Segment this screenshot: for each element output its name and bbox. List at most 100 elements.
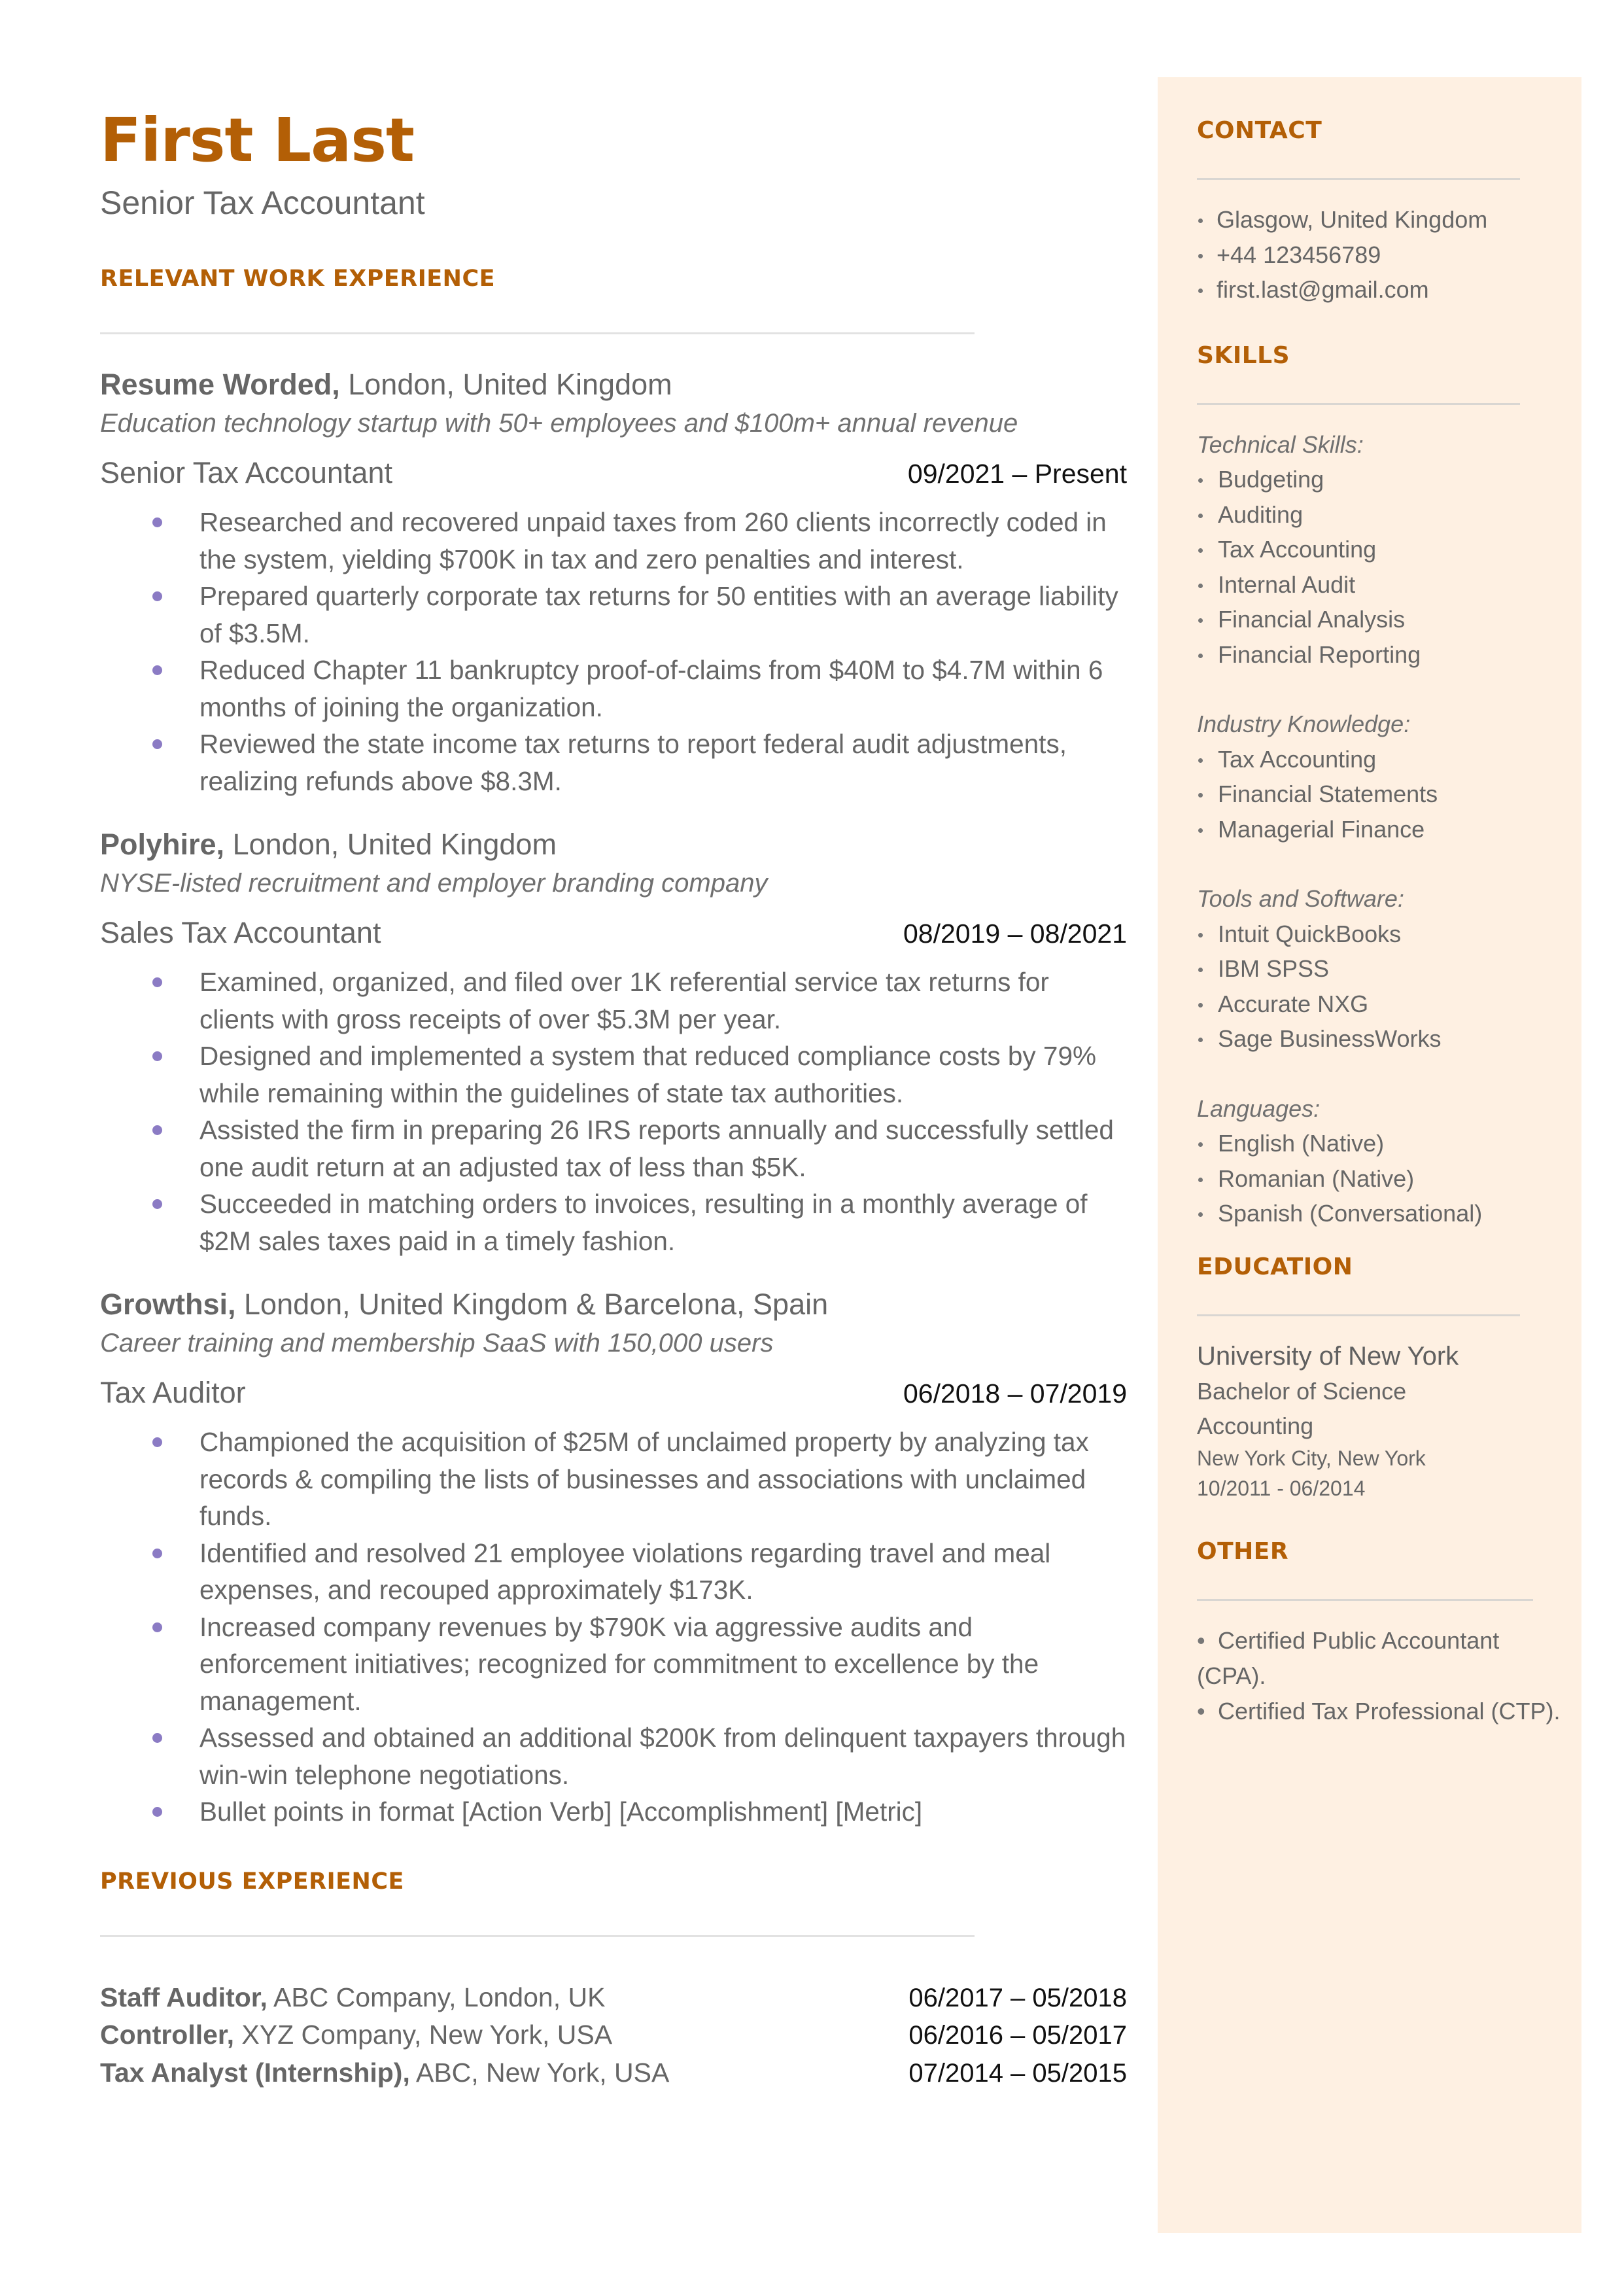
skill-text: Internal Audit <box>1218 570 1356 598</box>
achievement-text: Bullet points in format [Action Verb] [A… <box>199 1796 923 1827</box>
bullet-dot-icon <box>1198 932 1203 937</box>
job-role: Sales Tax Accountant <box>100 916 381 949</box>
main-column: First Last Senior Tax Accountant RELEVAN… <box>100 105 1127 2092</box>
company-description: Career training and membership SaaS with… <box>100 1329 774 1358</box>
achievement-item: Reviewed the state income tax returns to… <box>100 726 1127 799</box>
job-entry: Polyhire, London, United Kingdom NYSE-lis… <box>100 826 1127 1259</box>
role-line: Sales Tax Accountant 08/2019 – 08/2021 <box>100 913 1127 953</box>
previous-experience-row: Tax Analyst (Internship), ABC, New York,… <box>100 2054 1127 2092</box>
bullet-dot-icon <box>152 1733 162 1743</box>
section-divider <box>1197 178 1520 180</box>
achievement-text: Examined, organized, and filed over 1K r… <box>199 967 1049 1034</box>
education-school: University of New York <box>1197 1341 1459 1371</box>
achievement-text: Succeeded in matching orders to invoices… <box>199 1189 1088 1256</box>
company-name: Polyhire, <box>100 828 225 861</box>
section-divider <box>100 1935 975 1937</box>
skill-item: Budgeting <box>1197 462 1563 497</box>
skill-item: English (Native) <box>1197 1126 1563 1161</box>
skill-item: Auditing <box>1197 497 1563 533</box>
skill-item: Financial Reporting <box>1197 637 1563 673</box>
job-dates: 08/2019 – 08/2021 <box>903 919 1127 949</box>
bullet-dot-icon <box>152 739 162 749</box>
skill-list: Budgeting Auditing Tax Accounting Internal … <box>1197 462 1563 672</box>
company-name: Resume Worded, <box>100 368 340 401</box>
bullet-dot-icon: • <box>1197 1626 1205 1654</box>
company-description: NYSE-listed recruitment and employer bra… <box>100 869 768 898</box>
job-dates: 06/2018 – 07/2019 <box>903 1378 1127 1409</box>
achievement-list: Examined, organized, and filed over 1K r… <box>100 964 1127 1259</box>
skill-text: Sage BusinessWorks <box>1218 1025 1442 1052</box>
skill-text: Budgeting <box>1218 466 1324 493</box>
contact-item[interactable]: +44 123456789 <box>1197 237 1563 273</box>
previous-role: Controller, <box>100 2020 235 2050</box>
bullet-dot-icon <box>1198 478 1203 483</box>
candidate-title: Senior Tax Accountant <box>100 184 425 221</box>
previous-experience-row: Staff Auditor, ABC Company, London, UK 06… <box>100 1979 1127 2017</box>
previous-dates: 07/2014 – 05/2015 <box>908 2058 1127 2088</box>
skill-group: Languages: English (Native) Romanian (Nati… <box>1197 1091 1563 1231</box>
sidebar: CONTACT Glasgow, United Kingdom +44 12345… <box>1158 77 1581 2233</box>
bullet-dot-icon: • <box>1197 1697 1205 1725</box>
skill-text: Financial Statements <box>1218 780 1438 807</box>
achievement-item: Examined, organized, and filed over 1K r… <box>100 964 1127 1038</box>
education-degree: Bachelor of Science <box>1197 1377 1407 1405</box>
certification-text: Certified Public Accountant (CPA). <box>1197 1626 1500 1689</box>
previous-role-info: Staff Auditor, ABC Company, London, UK <box>100 1979 605 2016</box>
skill-list: English (Native) Romanian (Native) Spanish… <box>1197 1126 1563 1231</box>
achievement-text: Prepared quarterly corporate tax returns… <box>199 581 1118 648</box>
bullet-dot-icon <box>1198 1142 1203 1147</box>
contact-text: Glasgow, United Kingdom <box>1217 206 1488 233</box>
contact-item[interactable]: first.last@gmail.com <box>1197 272 1563 307</box>
skill-group: Tools and Software: Intuit QuickBooks IBM … <box>1197 881 1563 1057</box>
achievement-list: Championed the acquisition of $25M of un… <box>100 1424 1127 1831</box>
skill-item: Spanish (Conversational) <box>1197 1196 1563 1231</box>
bullet-dot-icon <box>1198 1002 1203 1007</box>
skills-section: SKILLS Technical Skills: Budgeting Auditin… <box>1197 342 1563 1231</box>
achievement-item: Assessed and obtained an additional $200… <box>100 1719 1127 1793</box>
achievement-text: Researched and recovered unpaid taxes fr… <box>199 507 1107 574</box>
achievement-item: Assisted the firm in preparing 26 IRS re… <box>100 1112 1127 1185</box>
skill-item: IBM SPSS <box>1197 951 1563 987</box>
bullet-dot-icon <box>1198 828 1203 833</box>
skill-text: English (Native) <box>1218 1130 1385 1157</box>
skill-text: Romanian (Native) <box>1218 1165 1415 1192</box>
achievement-list: Researched and recovered unpaid taxes fr… <box>100 504 1127 799</box>
skill-text: Financial Reporting <box>1218 640 1421 668</box>
section-divider <box>100 332 975 334</box>
bullet-dot-icon <box>1198 253 1203 258</box>
certification-text: Certified Tax Professional (CTP). <box>1218 1697 1561 1725</box>
skill-list: Intuit QuickBooks IBM SPSS Accurate NXG Sag… <box>1197 917 1563 1057</box>
previous-role-info: Controller, XYZ Company, New York, USA <box>100 2016 612 2054</box>
role-line: Tax Auditor 06/2018 – 07/2019 <box>100 1373 1127 1413</box>
certification-item: • Certified Tax Professional (CTP). <box>1197 1694 1563 1729</box>
previous-dates: 06/2016 – 05/2017 <box>908 2021 1127 2050</box>
company-line: Polyhire, London, United Kingdom <box>100 826 1127 864</box>
previous-role: Staff Auditor, <box>100 1982 268 2012</box>
achievement-text: Reviewed the state income tax returns to… <box>199 729 1067 796</box>
previous-company: ABC, New York, USA <box>409 2057 670 2088</box>
achievement-item: Identified and resolved 21 employee viol… <box>100 1535 1127 1609</box>
previous-dates: 06/2017 – 05/2018 <box>908 1983 1127 2012</box>
bullet-dot-icon <box>152 665 162 675</box>
skill-group-label: Technical Skills: <box>1197 430 1364 458</box>
company-name: Growthsi, <box>100 1288 236 1321</box>
skill-item: Sage BusinessWorks <box>1197 1021 1563 1057</box>
company-line: Resume Worded, London, United Kingdom <box>100 366 1127 404</box>
certification-item: • Certified Public Accountant (CPA). <box>1197 1623 1563 1694</box>
skill-text: Financial Analysis <box>1218 606 1406 633</box>
bullet-dot-icon <box>152 517 162 527</box>
achievement-item: Designed and implemented a system that r… <box>100 1038 1127 1112</box>
skill-text: Auditing <box>1218 500 1304 528</box>
job-dates: 09/2021 – Present <box>907 459 1127 489</box>
bullet-dot-icon <box>1198 289 1203 293</box>
company-location: London, United Kingdom & Barcelona, Spai… <box>235 1288 829 1321</box>
achievement-text: Assessed and obtained an additional $200… <box>199 1723 1126 1790</box>
education-location: New York City, New York <box>1197 1446 1426 1470</box>
previous-experience-row: Controller, XYZ Company, New York, USA 06… <box>100 2016 1127 2054</box>
skill-item: Financial Statements <box>1197 777 1563 812</box>
resume-page: First Last Senior Tax Accountant RELEVAN… <box>0 0 1624 2295</box>
jobs-list: Resume Worded, London, United Kingdom Edu… <box>100 366 1127 1831</box>
achievement-text: Identified and resolved 21 employee viol… <box>199 1537 1051 1605</box>
skill-item: Tax Accounting <box>1197 742 1563 777</box>
skill-item: Tax Accounting <box>1197 532 1563 567</box>
